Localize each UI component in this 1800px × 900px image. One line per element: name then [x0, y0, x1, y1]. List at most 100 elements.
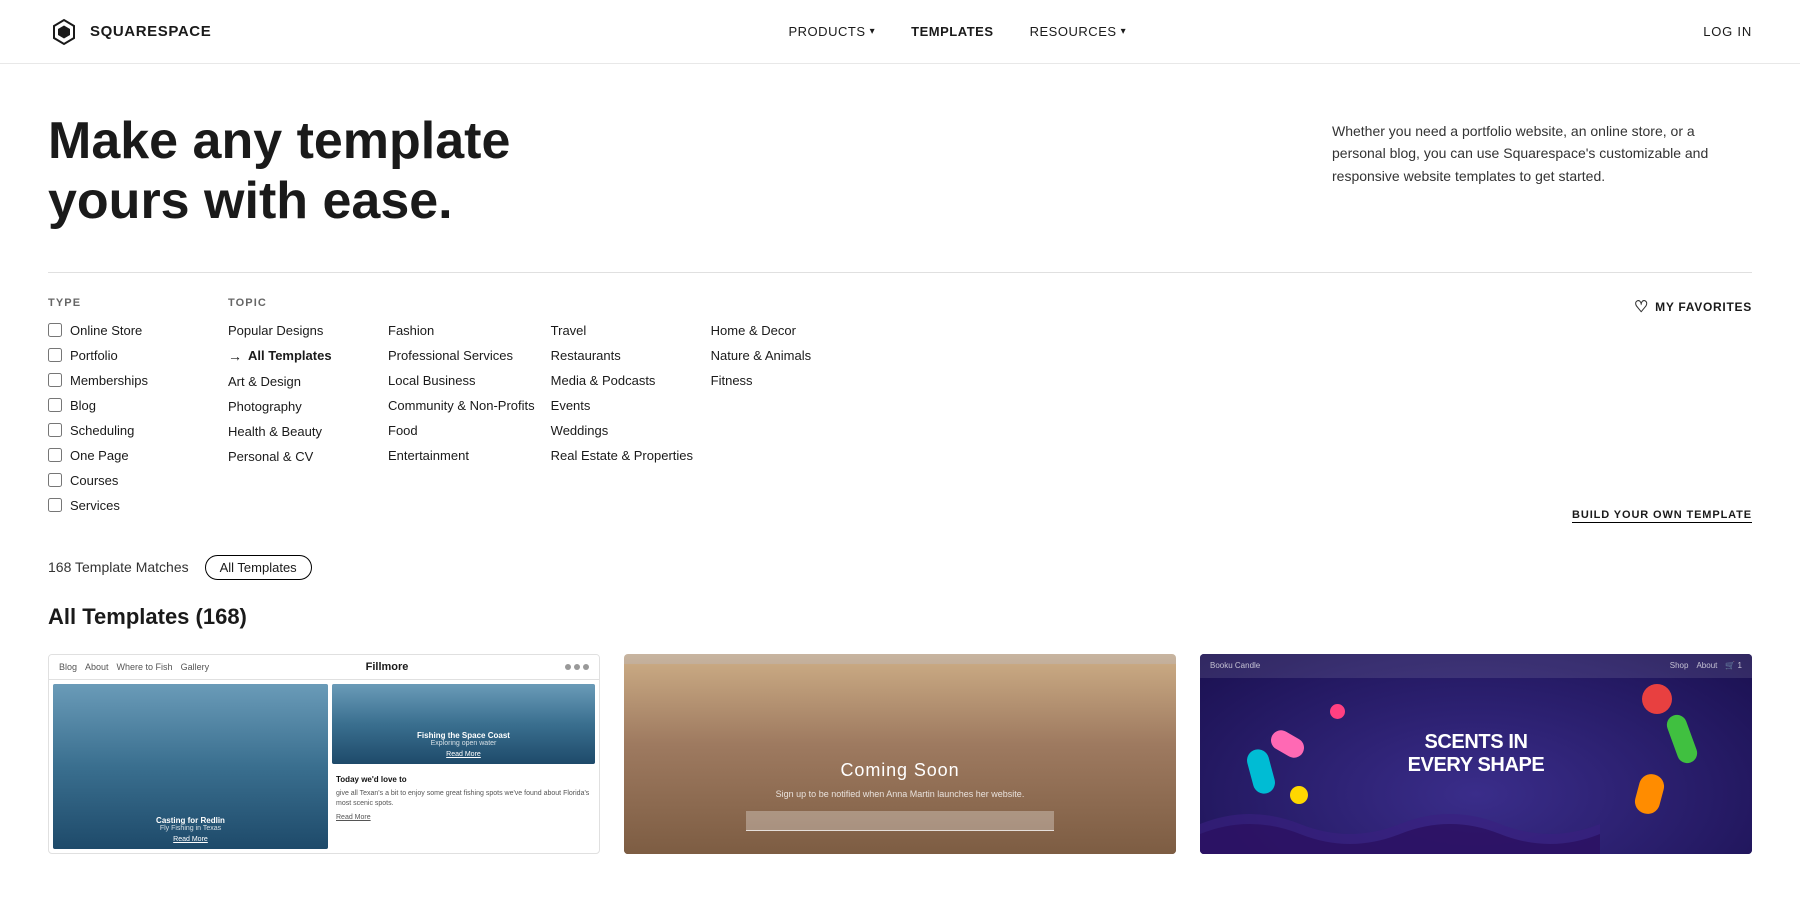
- topic-professional-services[interactable]: Professional Services: [388, 348, 535, 363]
- hero-title: Make any template yours with ease.: [48, 112, 510, 232]
- main-nav: PRODUCTS ▾ TEMPLATES RESOURCES ▾: [788, 24, 1126, 39]
- topic-column-2: Fashion Professional Services Local Busi…: [388, 323, 551, 474]
- filter-one-page[interactable]: One Page: [48, 448, 204, 463]
- online-store-checkbox[interactable]: [48, 323, 62, 337]
- results-bar: 168 Template Matches All Templates: [48, 555, 1752, 580]
- results-count: 168 Template Matches: [48, 559, 189, 575]
- logo[interactable]: SQUARESPACE: [48, 16, 211, 48]
- type-label: TYPE: [48, 297, 204, 309]
- scheduling-label: Scheduling: [70, 423, 134, 438]
- services-label: Services: [70, 498, 120, 513]
- online-store-label: Online Store: [70, 323, 142, 338]
- fillmore-text-block: Today we'd love to give all Texan's a bi…: [332, 768, 595, 849]
- my-favorites-button[interactable]: ♡ MY FAVORITES: [1634, 297, 1752, 317]
- topic-art-design[interactable]: Art & Design: [228, 374, 372, 389]
- topic-photography[interactable]: Photography: [228, 399, 372, 414]
- topic-fashion[interactable]: Fashion: [388, 323, 535, 338]
- portrait-content: Coming Soon Sign up to be notified when …: [624, 740, 1176, 854]
- topic-food[interactable]: Food: [388, 423, 535, 438]
- candle-waves-svg: [1200, 794, 1600, 854]
- fillmore-header: Blog About Where to Fish Gallery Fillmor…: [49, 655, 599, 680]
- memberships-checkbox[interactable]: [48, 373, 62, 387]
- fillmore-window-controls: [565, 664, 589, 670]
- portrait-subtitle: Sign up to be notified when Anna Martin …: [644, 789, 1156, 799]
- filter-courses[interactable]: Courses: [48, 473, 204, 488]
- hero-title-block: Make any template yours with ease.: [48, 112, 510, 232]
- topic-travel[interactable]: Travel: [551, 323, 695, 338]
- topic-local-business[interactable]: Local Business: [388, 373, 535, 388]
- topic-home-decor[interactable]: Home & Decor: [711, 323, 855, 338]
- filter-memberships[interactable]: Memberships: [48, 373, 204, 388]
- one-page-label: One Page: [70, 448, 129, 463]
- portfolio-checkbox[interactable]: [48, 348, 62, 362]
- shape-pink2: [1330, 704, 1345, 719]
- topic-nature-animals[interactable]: Nature & Animals: [711, 348, 855, 363]
- shape-red: [1642, 684, 1672, 714]
- build-own-template-button[interactable]: BUILD YOUR OWN TEMPLATE: [1572, 509, 1752, 523]
- hero-description: Whether you need a portfolio website, an…: [1332, 120, 1752, 187]
- template-card-candle[interactable]: Booku Candle Shop About 🛒 1 SCENTS INEVE…: [1200, 654, 1752, 854]
- topic-community-nonprofits[interactable]: Community & Non-Profits: [388, 398, 535, 413]
- blog-label: Blog: [70, 398, 96, 413]
- template-card-portrait[interactable]: Coming Soon Sign up to be notified when …: [624, 654, 1176, 854]
- courses-checkbox[interactable]: [48, 473, 62, 487]
- blog-checkbox[interactable]: [48, 398, 62, 412]
- fillmore-image-1: Casting for Redlin Fly Fishing in Texas …: [53, 684, 328, 849]
- topic-column-3: Travel Restaurants Media & Podcasts Even…: [551, 323, 711, 474]
- dot-1: [565, 664, 571, 670]
- topic-restaurants[interactable]: Restaurants: [551, 348, 695, 363]
- heart-icon: ♡: [1634, 297, 1649, 317]
- topic-entertainment[interactable]: Entertainment: [388, 448, 535, 463]
- topic-fitness[interactable]: Fitness: [711, 373, 855, 388]
- services-checkbox[interactable]: [48, 498, 62, 512]
- favorites-label: MY FAVORITES: [1655, 300, 1752, 314]
- dot-2: [574, 664, 580, 670]
- fillmore-nav: Blog About Where to Fish Gallery: [59, 662, 209, 672]
- topic-weddings[interactable]: Weddings: [551, 423, 695, 438]
- nav-templates[interactable]: TEMPLATES: [911, 24, 993, 39]
- courses-label: Courses: [70, 473, 118, 488]
- portrait-email-input[interactable]: [746, 811, 1053, 831]
- active-filter-tag[interactable]: All Templates: [205, 555, 312, 580]
- right-actions: ♡ MY FAVORITES BUILD YOUR OWN TEMPLATE: [1548, 297, 1752, 523]
- template-grid: Blog About Where to Fish Gallery Fillmor…: [48, 654, 1752, 854]
- candle-header-bar: Booku Candle Shop About 🛒 1: [1200, 654, 1752, 678]
- dot-3: [583, 664, 589, 670]
- candle-tagline: SCENTS INEVERY SHAPE: [1408, 731, 1545, 777]
- header: SQUARESPACE PRODUCTS ▾ TEMPLATES RESOURC…: [0, 0, 1800, 64]
- login-button[interactable]: LOG IN: [1703, 24, 1752, 39]
- fillmore-title: Fillmore: [366, 661, 409, 673]
- scheduling-checkbox[interactable]: [48, 423, 62, 437]
- main-content: Make any template yours with ease. Wheth…: [0, 64, 1800, 854]
- products-chevron-icon: ▾: [870, 26, 876, 37]
- section-title: All Templates (168): [48, 604, 1752, 630]
- one-page-checkbox[interactable]: [48, 448, 62, 462]
- memberships-label: Memberships: [70, 373, 148, 388]
- topic-media-podcasts[interactable]: Media & Podcasts: [551, 373, 695, 388]
- fillmore-body: Casting for Redlin Fly Fishing in Texas …: [49, 680, 599, 853]
- topic-health-beauty[interactable]: Health & Beauty: [228, 424, 372, 439]
- filter-blog[interactable]: Blog: [48, 398, 204, 413]
- template-card-fillmore[interactable]: Blog About Where to Fish Gallery Fillmor…: [48, 654, 600, 854]
- topic-label: TOPIC: [228, 297, 1548, 309]
- topic-section: TOPIC Popular Designs All Templates Art …: [228, 297, 1548, 523]
- filter-services[interactable]: Services: [48, 498, 204, 513]
- hero-section: Make any template yours with ease. Wheth…: [48, 112, 1752, 232]
- topic-all-templates[interactable]: All Templates: [228, 348, 372, 364]
- filter-scheduling[interactable]: Scheduling: [48, 423, 204, 438]
- resources-chevron-icon: ▾: [1121, 26, 1127, 37]
- topic-column-1: Popular Designs All Templates Art & Desi…: [228, 323, 388, 474]
- fillmore-image-2: Fishing the Space Coast Exploring open w…: [332, 684, 595, 765]
- filters-section: TYPE Online Store Portfolio Memberships …: [48, 272, 1752, 523]
- topic-events[interactable]: Events: [551, 398, 695, 413]
- topic-real-estate[interactable]: Real Estate & Properties: [551, 448, 695, 463]
- fillmore-right: Fishing the Space Coast Exploring open w…: [332, 684, 595, 849]
- nav-resources[interactable]: RESOURCES ▾: [1030, 24, 1127, 39]
- topic-column-4: Home & Decor Nature & Animals Fitness: [711, 323, 871, 474]
- topic-popular-designs[interactable]: Popular Designs: [228, 323, 372, 338]
- filter-portfolio[interactable]: Portfolio: [48, 348, 204, 363]
- nav-products[interactable]: PRODUCTS ▾: [788, 24, 875, 39]
- topic-personal-cv[interactable]: Personal & CV: [228, 449, 372, 464]
- topic-columns: Popular Designs All Templates Art & Desi…: [228, 323, 1548, 474]
- filter-online-store[interactable]: Online Store: [48, 323, 204, 338]
